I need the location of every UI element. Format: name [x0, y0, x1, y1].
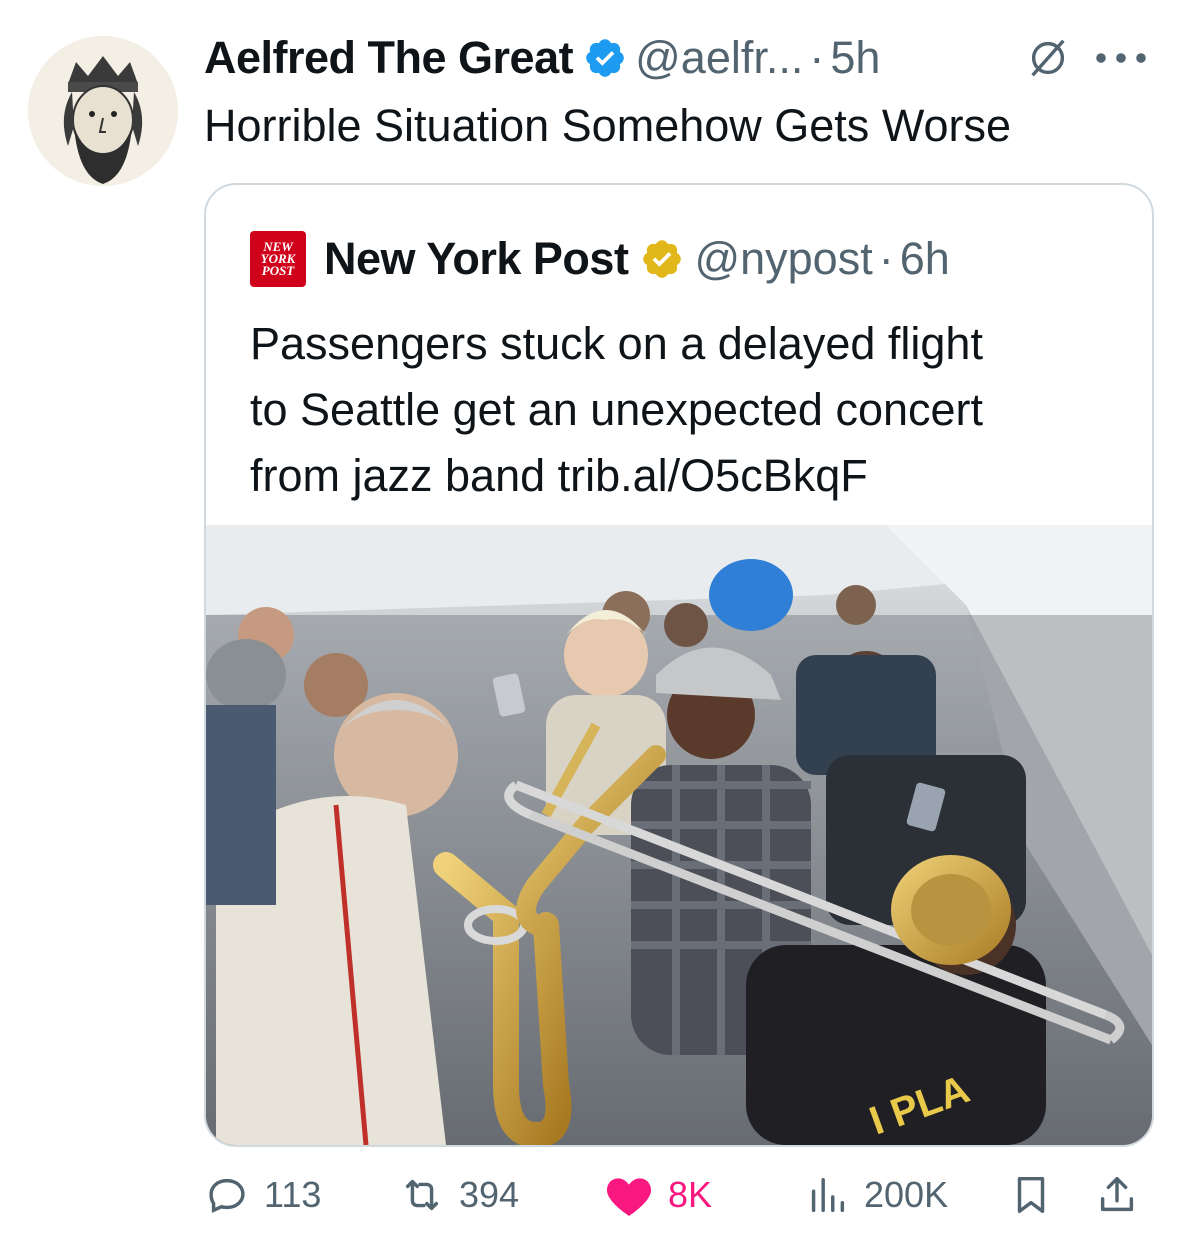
quoted-text-line: to Seattle get an unexpected concert [250, 384, 984, 435]
reply-count: 113 [264, 1174, 322, 1215]
grok-icon[interactable] [1025, 35, 1071, 81]
gold-verified-badge-icon[interactable] [640, 237, 684, 281]
quoted-author-name[interactable]: New York Post [324, 233, 629, 285]
more-icon[interactable] [1093, 48, 1149, 68]
quoted-media-image[interactable]: I PLA [206, 525, 1152, 1145]
like-button[interactable]: 8K [604, 1165, 712, 1225]
quoted-time[interactable]: 6h [900, 233, 950, 285]
repost-button[interactable]: 394 [399, 1165, 519, 1225]
reply-icon [209, 1178, 245, 1214]
quoted-header: NEW YORK POST New York Post @nypost · 6h [250, 231, 950, 287]
author-handle[interactable]: @aelfr... [635, 32, 803, 84]
tweet-header: Aelfred The Great @aelfr... · 5h [204, 28, 1149, 88]
header-separator: · [809, 32, 825, 83]
quoted-handle[interactable]: @nypost [694, 233, 872, 285]
verified-badge-icon[interactable] [583, 36, 627, 80]
quoted-text-line: from jazz band trib.al/O5cBkqF [250, 450, 868, 501]
tweet-time[interactable]: 5h [830, 32, 880, 84]
tweet-text: Horrible Situation Somehow Gets Worse [204, 100, 1012, 151]
quoted-separator: · [878, 233, 894, 284]
share-icon [1100, 1176, 1134, 1212]
quoted-text-line: Passengers stuck on a delayed flight [250, 318, 983, 369]
author-avatar[interactable] [28, 36, 178, 186]
views-button[interactable]: 200K [804, 1165, 948, 1225]
views-icon [811, 1177, 845, 1213]
quoted-text: Passengers stuck on a delayed flight to … [250, 311, 1130, 509]
like-count: 8K [668, 1174, 713, 1215]
nypost-logo[interactable]: NEW YORK POST [250, 231, 306, 287]
jazz-band-photo: I PLA [206, 525, 1152, 1145]
reply-button[interactable]: 113 [204, 1165, 321, 1225]
quoted-tweet[interactable]: NEW YORK POST New York Post @nypost · 6h… [204, 183, 1154, 1147]
bookmark-button[interactable] [1008, 1165, 1068, 1225]
repost-icon [405, 1179, 439, 1211]
action-bar: 113 394 8K 200K [204, 1165, 1154, 1225]
author-name[interactable]: Aelfred The Great [204, 32, 574, 84]
avatar-illustration [28, 36, 178, 186]
share-button[interactable] [1094, 1165, 1154, 1225]
heart-icon [606, 1178, 652, 1216]
logo-line: POST [261, 263, 295, 278]
repost-count: 394 [459, 1174, 520, 1215]
bookmark-icon [1017, 1176, 1045, 1214]
views-count: 200K [864, 1174, 949, 1215]
